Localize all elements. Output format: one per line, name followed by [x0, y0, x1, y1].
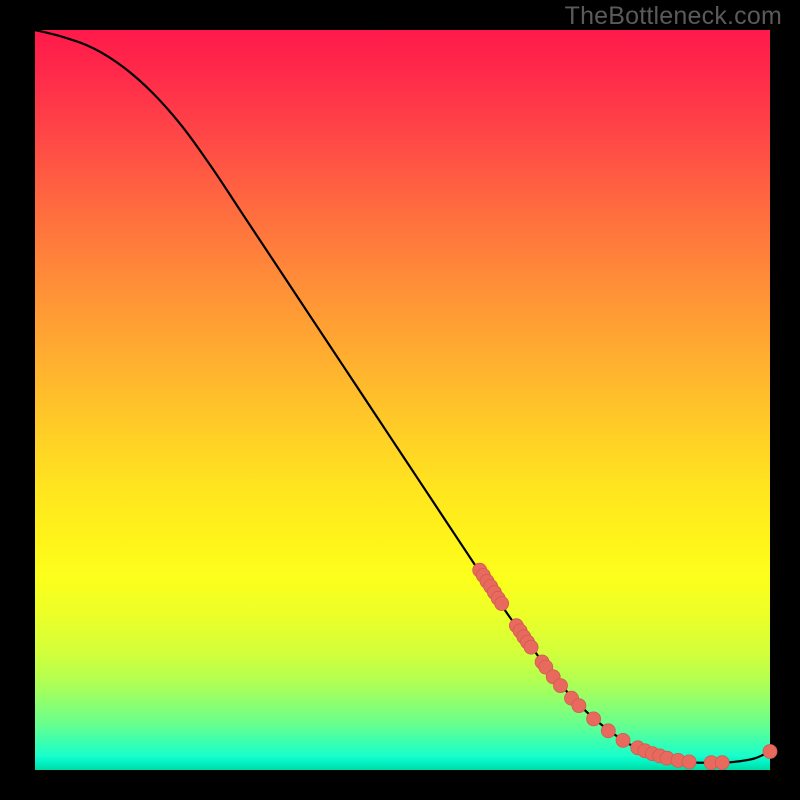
data-point — [524, 640, 538, 654]
curve-markers — [473, 563, 777, 769]
data-point — [601, 724, 615, 738]
curve-line — [35, 30, 770, 763]
data-point — [715, 756, 729, 770]
data-point — [763, 745, 777, 759]
plot-area — [35, 30, 770, 770]
data-point — [682, 755, 696, 769]
watermark-text: TheBottleneck.com — [565, 2, 782, 31]
data-point — [495, 597, 509, 611]
data-point — [572, 699, 586, 713]
data-point — [554, 679, 568, 693]
data-point — [616, 733, 630, 747]
chart-frame: TheBottleneck.com — [0, 0, 800, 800]
chart-svg — [35, 30, 770, 770]
data-point — [587, 712, 601, 726]
